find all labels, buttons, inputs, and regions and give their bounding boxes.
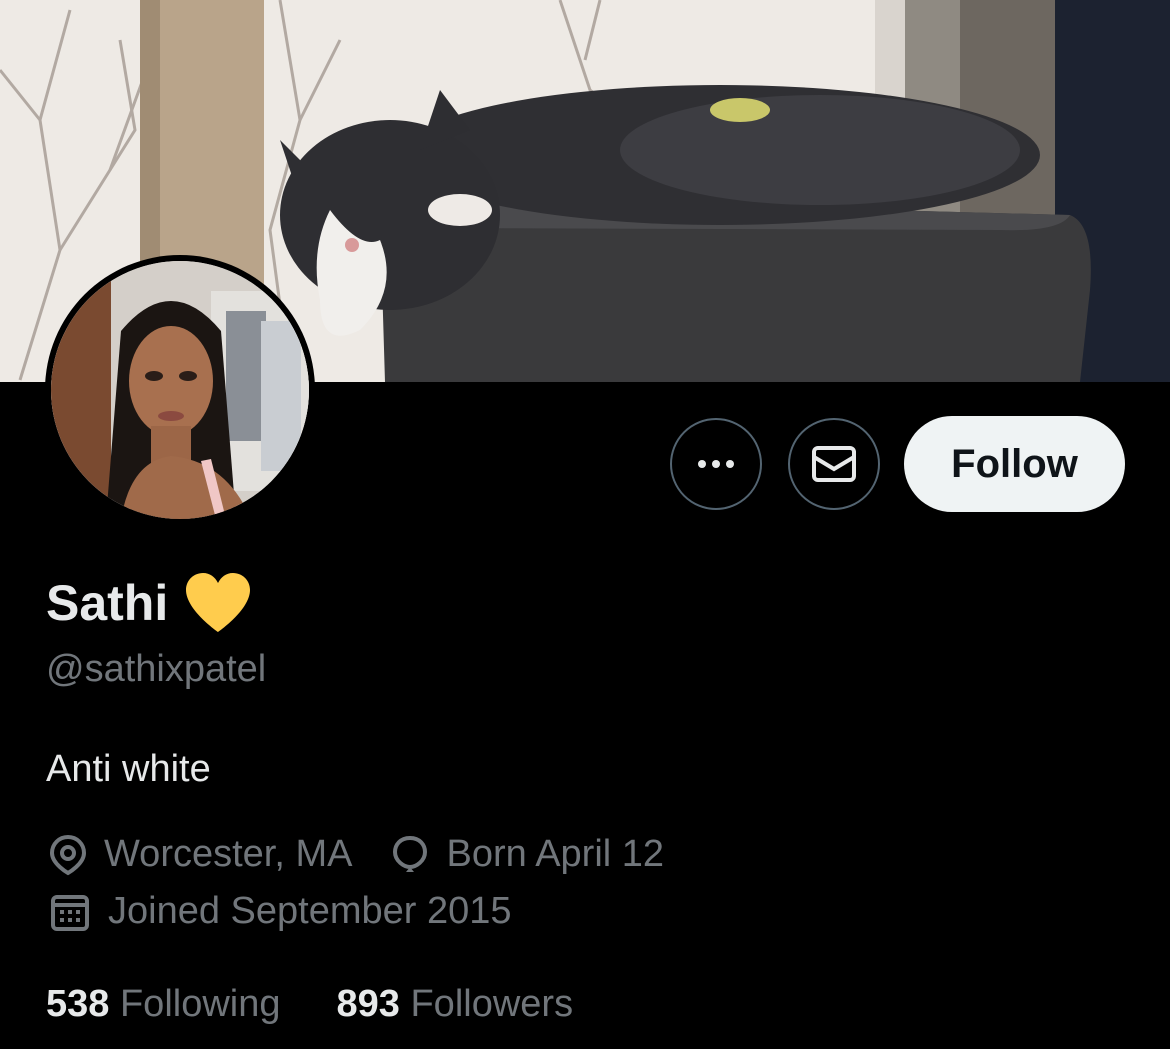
following-link[interactable]: 538 Following <box>46 983 281 1026</box>
following-count: 538 <box>46 983 110 1025</box>
location-pin-icon <box>49 834 87 875</box>
joined-text: Joined September 2015 <box>108 890 512 932</box>
following-label: Following <box>119 983 281 1025</box>
joined-item: Joined September 2015 <box>48 890 512 933</box>
birthday-item: Born April 12 <box>390 833 664 876</box>
profile-joined-row: Joined September 2015 <box>48 890 550 933</box>
avatar-photo <box>51 261 309 519</box>
more-icon <box>698 460 734 468</box>
followers-label: Followers <box>410 983 574 1025</box>
birthday-text: Born April 12 <box>446 833 665 875</box>
followers-link[interactable]: 893 Followers <box>337 983 574 1026</box>
display-name: Sathi <box>46 575 169 631</box>
display-name-row: Sathi <box>46 572 252 634</box>
user-handle: @sathixpatel <box>46 648 267 690</box>
profile-avatar[interactable] <box>45 255 315 525</box>
follow-stats: 538 Following 893 Followers <box>46 983 629 1026</box>
yellow-heart-icon <box>186 573 251 632</box>
message-button[interactable] <box>788 418 880 510</box>
balloon-icon <box>393 835 428 872</box>
follow-button[interactable]: Follow <box>904 416 1125 512</box>
envelope-icon <box>812 446 856 482</box>
location-item: Worcester, MA <box>48 833 352 876</box>
location-text: Worcester, MA <box>104 833 353 875</box>
profile-bio: Anti white <box>46 748 211 790</box>
calendar-icon <box>51 894 89 931</box>
followers-count: 893 <box>336 983 400 1025</box>
more-options-button[interactable] <box>670 418 762 510</box>
profile-meta-row: Worcester, MA Born April 12 <box>48 833 702 876</box>
